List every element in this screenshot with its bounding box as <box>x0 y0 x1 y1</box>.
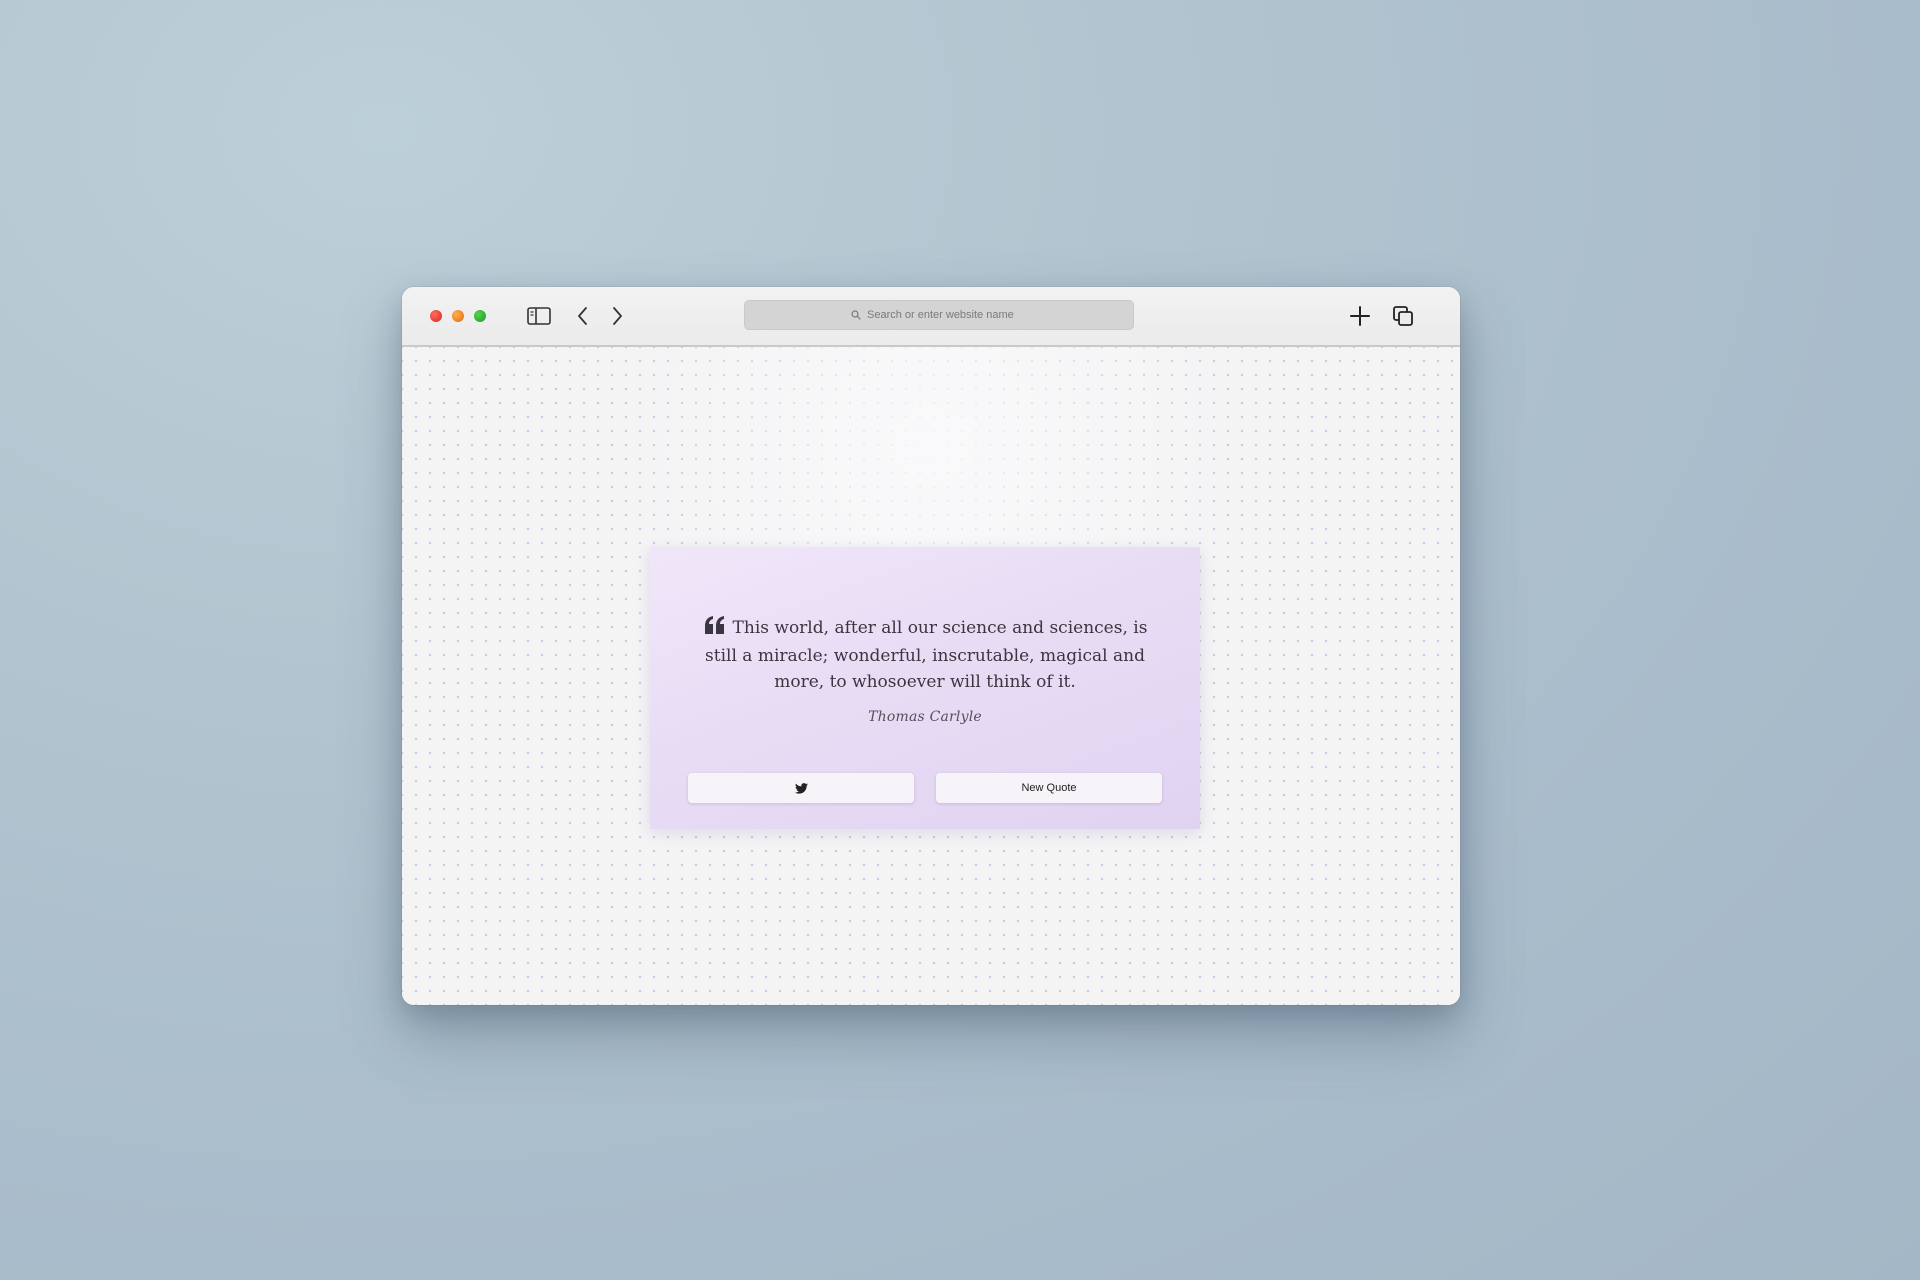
plus-icon <box>1350 306 1370 326</box>
chevron-left-icon <box>578 307 587 325</box>
quote-author: Thomas Carlyle <box>868 709 982 725</box>
tweet-quote-button[interactable] <box>688 773 914 803</box>
search-icon <box>851 310 861 320</box>
browser-toolbar <box>402 287 1460 347</box>
forward-button[interactable] <box>606 303 628 329</box>
twitter-icon <box>794 782 808 794</box>
chevron-right-icon <box>613 307 622 325</box>
close-window-button[interactable] <box>430 310 442 322</box>
quote-text-block: This world, after all our science and sc… <box>690 615 1160 695</box>
quote-open-icon <box>703 615 727 643</box>
minimize-window-button[interactable] <box>452 310 464 322</box>
sidebar-toggle-icon <box>527 307 551 325</box>
browser-window: This world, after all our science and sc… <box>402 287 1460 1005</box>
new-quote-button[interactable]: New Quote <box>936 773 1162 803</box>
tab-overview-button[interactable] <box>1390 303 1416 329</box>
new-tab-button[interactable] <box>1347 303 1373 329</box>
quote-card: This world, after all our science and sc… <box>650 547 1200 829</box>
zoom-window-button[interactable] <box>474 310 486 322</box>
tabs-icon <box>1393 306 1413 326</box>
quote-text: This world, after all our science and sc… <box>705 618 1148 692</box>
page-content: This world, after all our science and sc… <box>402 347 1460 1005</box>
address-input[interactable] <box>867 309 1027 321</box>
back-button[interactable] <box>572 303 594 329</box>
sidebar-toggle-button[interactable] <box>526 303 552 329</box>
address-bar[interactable] <box>744 300 1134 330</box>
